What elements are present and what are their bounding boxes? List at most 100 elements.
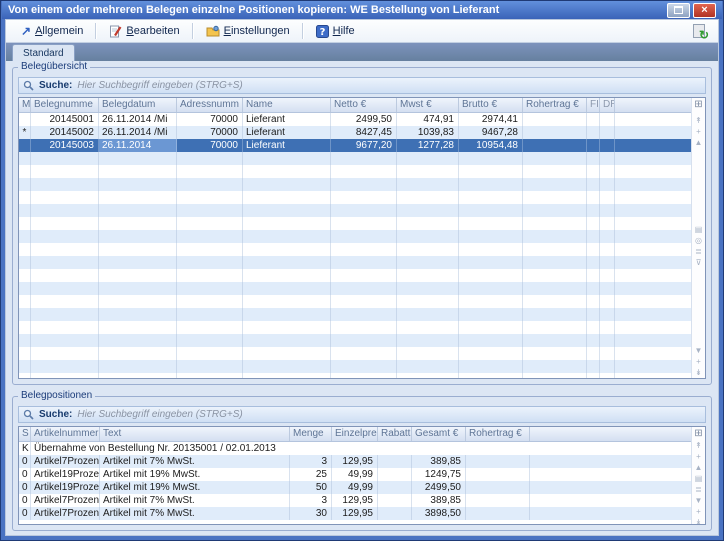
cell-empty [99,178,177,191]
cell-empty [19,282,31,295]
empty-row[interactable] [19,243,691,256]
cell-empty [31,178,99,191]
empty-row[interactable] [19,295,691,308]
insert-row-icon[interactable]: + [693,506,704,517]
table-row[interactable]: KÜbernahme von Bestellung Nr. 20135001 /… [19,442,691,455]
cell-empty [243,321,331,334]
cell-einzelpreis: 49,99 [332,481,378,494]
empty-row[interactable] [19,152,691,165]
empty-row[interactable] [19,256,691,269]
empty-row[interactable] [19,191,691,204]
empty-row[interactable] [19,282,691,295]
list-view-icon[interactable]: ≣ [693,484,704,495]
table-row[interactable]: 0Artikel19ProzentArtikel mit 19% MwSt.50… [19,481,691,494]
column-header-gesamt[interactable]: Gesamt € [412,427,466,441]
step-down-icon[interactable]: ▼ [693,345,704,356]
insert-row-icon[interactable]: + [693,451,704,462]
close-window-button[interactable]: × [693,3,716,18]
step-up-icon[interactable]: ▲ [693,137,704,148]
column-header-einzelpreis[interactable]: Einzelpreis € [332,427,378,441]
table-row[interactable]: *2014500226.11.2014 /Mi70000Lieferant842… [19,126,691,139]
column-chooser-icon[interactable]: ⊞ [693,98,704,111]
cell-empty [587,373,600,378]
tab-standard[interactable]: Standard [12,44,75,61]
cell-empty [331,373,397,378]
column-chooser-icon[interactable]: ⊞ [693,427,704,440]
cell-empty [19,178,31,191]
allgemein-button[interactable]: ↗ Allgemein [14,22,90,40]
empty-row[interactable] [19,373,691,378]
column-header-adressnumm[interactable]: Adressnumm [177,98,243,112]
empty-row[interactable] [19,204,691,217]
cell-empty [243,334,331,347]
column-header-menge[interactable]: Menge [290,427,332,441]
restore-window-button[interactable] [667,3,690,18]
columns-view-icon[interactable]: ▤ [693,473,704,484]
empty-row[interactable] [19,360,691,373]
empty-row[interactable] [19,308,691,321]
hilfe-button[interactable]: ? Hilfe [309,22,362,41]
empty-row[interactable] [19,217,691,230]
empty-row[interactable] [19,321,691,334]
column-header-belegnumme[interactable]: Belegnumme [31,98,99,112]
filter-icon[interactable]: ⊽ [693,258,704,269]
toolbar-separator [302,23,304,39]
scroll-top-icon[interactable]: ↟ [693,115,704,126]
column-header-brutto[interactable]: Brutto € [459,98,523,112]
overview-search-input[interactable] [77,80,701,91]
column-header-fi[interactable]: FI [587,98,600,112]
column-header-rabatt[interactable]: Rabatt % [378,427,412,441]
step-down-icon[interactable]: ▼ [693,495,704,506]
einstellungen-button[interactable]: Einstellungen [199,22,297,41]
cell-einzelpreis: 129,95 [332,455,378,468]
column-header-text[interactable]: Text [100,427,290,441]
column-header-artikelnummer[interactable]: Artikelnummer [31,427,100,441]
toolbar-separator [95,23,97,39]
step-up-icon[interactable]: ▲ [693,462,704,473]
refresh-positions-button[interactable]: ↻ [692,23,708,39]
cell-empty [177,152,243,165]
cell-empty [459,152,523,165]
positions-search-input[interactable] [77,409,701,420]
empty-row[interactable] [19,334,691,347]
cell-empty [243,165,331,178]
empty-row[interactable] [19,178,691,191]
table-row[interactable]: 2014500326.11.201470000Lieferant9677,201… [19,139,691,152]
tab-strip: Standard [6,43,718,61]
column-header-belegdatum[interactable]: Belegdatum [99,98,177,112]
table-row[interactable]: 0Artikel7ProzentArtikel mit 7% MwSt.3129… [19,494,691,507]
cell-empty [397,191,459,204]
column-header-rohertrag[interactable]: Rohertrag € [523,98,587,112]
columns-view-icon[interactable]: ▤ [693,225,704,236]
column-header-m[interactable]: M [19,98,31,112]
column-header-netto[interactable]: Netto € [331,98,397,112]
column-header-rohertrag[interactable]: Rohertrag € [466,427,530,441]
table-row[interactable]: 0Artikel19ProzentArtikel mit 19% MwSt.25… [19,468,691,481]
cell-s: 0 [19,507,31,520]
cell-empty [600,347,615,360]
empty-row[interactable] [19,347,691,360]
bearbeiten-button[interactable]: Bearbeiten [102,22,186,41]
empty-row[interactable] [19,230,691,243]
scroll-bottom-icon[interactable]: ↡ [693,367,704,378]
cell-empty [99,230,177,243]
scroll-top-icon[interactable]: ↟ [693,440,704,451]
cell-empty [523,204,587,217]
cell-empty [600,295,615,308]
column-header-s[interactable]: S [19,427,31,441]
list-view-icon[interactable]: ≣ [693,247,704,258]
scroll-bottom-icon[interactable]: ↡ [693,517,704,524]
empty-row[interactable] [19,269,691,282]
empty-row[interactable] [19,165,691,178]
column-header-name[interactable]: Name [243,98,331,112]
cell-empty [99,269,177,282]
column-header-mwst[interactable]: Mwst € [397,98,459,112]
insert-row-icon[interactable]: + [693,126,704,137]
cell-empty [600,308,615,321]
column-header-dr[interactable]: DR [600,98,615,112]
table-row[interactable]: 2014500126.11.2014 /Mi70000Lieferant2499… [19,113,691,126]
table-row[interactable]: 0Artikel7ProzentArtikel mit 7% MwSt.3012… [19,507,691,520]
insert-row-icon[interactable]: + [693,356,704,367]
table-row[interactable]: 0Artikel7ProzentArtikel mit 7% MwSt.3129… [19,455,691,468]
search-row-icon[interactable]: ◎ [693,236,704,247]
